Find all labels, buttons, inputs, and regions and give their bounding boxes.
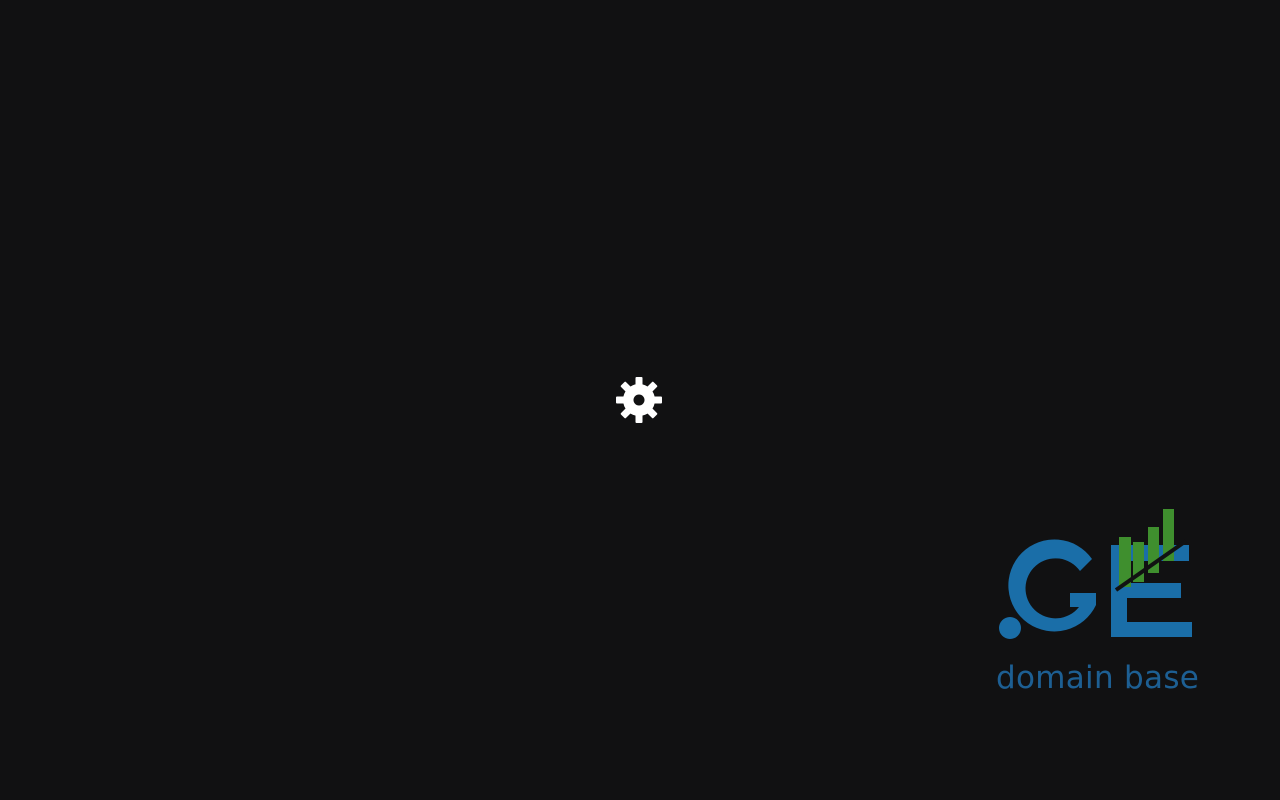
gear-icon — [615, 376, 663, 424]
ge-domain-logo-mark — [990, 505, 1200, 645]
loading-spinner — [615, 376, 663, 424]
brand-logo: domain base — [990, 505, 1200, 700]
loading-screen: domain base — [0, 0, 1280, 800]
brand-tagline: domain base — [996, 660, 1200, 696]
